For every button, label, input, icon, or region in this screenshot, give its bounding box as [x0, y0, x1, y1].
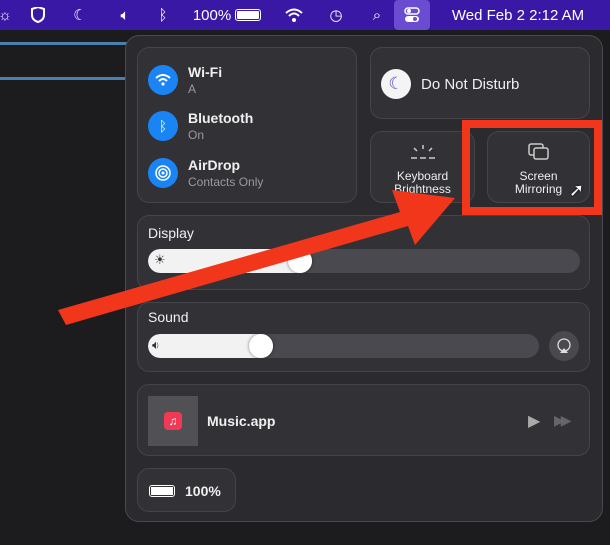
mouse-cursor-icon: ➚	[569, 180, 585, 200]
annotation-arrow	[58, 190, 455, 325]
